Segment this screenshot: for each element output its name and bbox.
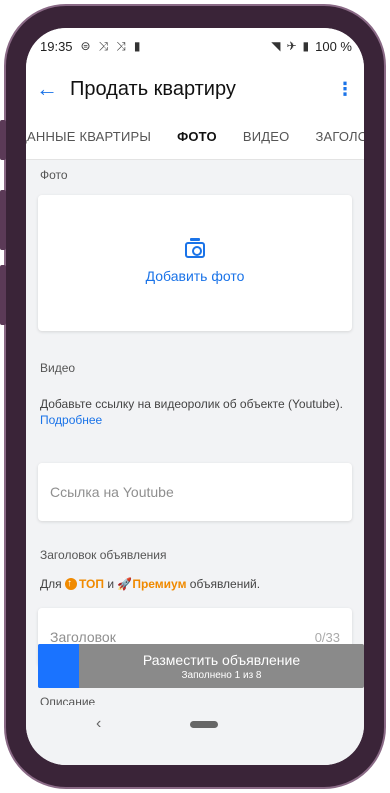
hint-and: и: [107, 577, 115, 591]
missed-call-icon: ⤨: [98, 38, 109, 53]
form-content: Фото Добавить фото Видео Добавьте ссылку…: [26, 160, 364, 705]
tab-headline[interactable]: ЗАГОЛОВОК: [315, 129, 364, 144]
publish-label: Разместить объявление: [142, 651, 301, 668]
hint-prefix: Для: [40, 577, 62, 591]
headline-counter: 0/33: [314, 629, 340, 645]
side-button: [0, 190, 6, 250]
rocket-icon: 🚀: [117, 577, 133, 591]
progress-text: Заполнено 1 из 8: [181, 669, 262, 681]
headline-hint: Для ТОП и 🚀Премиум объявлений.: [40, 576, 344, 592]
tab-photo[interactable]: ФОТО: [177, 129, 217, 144]
side-button: [0, 265, 6, 325]
add-photo-card[interactable]: Добавить фото: [38, 195, 352, 331]
premium-label: Премиум: [132, 577, 187, 591]
top-badge-icon: [64, 576, 77, 592]
page-title: Продать квартиру: [70, 77, 236, 100]
headline-section-label: Заголовок объявления: [40, 548, 167, 562]
airplane-icon: ✈: [286, 39, 297, 53]
hint-suffix: объявлений.: [189, 577, 261, 591]
youtube-link-field[interactable]: Ссылка на Youtube: [38, 463, 352, 521]
more-info-link[interactable]: Подробнее: [40, 413, 102, 427]
photo-section-label: Фото: [40, 168, 68, 182]
publish-button[interactable]: Разместить объявление Заполнено 1 из 8: [38, 644, 364, 688]
camera-icon: [185, 238, 205, 258]
nav-back-icon[interactable]: ‹: [96, 715, 101, 733]
tab-apartment-data[interactable]: ДАННЫЕ КВАРТИРЫ: [26, 129, 151, 144]
description-section-label: Описание: [40, 695, 96, 705]
battery-level: 100 %: [315, 38, 352, 54]
more-vert-icon[interactable]: ⋮: [336, 79, 354, 100]
nav-home-pill[interactable]: [190, 721, 218, 728]
notification-icon: ⊜: [80, 39, 91, 53]
add-photo-button[interactable]: Добавить фото: [146, 268, 245, 284]
app-bar: ← Продать квартиру ⋮: [26, 64, 364, 114]
back-arrow-icon[interactable]: ←: [36, 76, 62, 102]
system-nav-bar: ‹: [26, 705, 364, 765]
missed-call-icon: ⤨: [116, 38, 126, 53]
tab-video[interactable]: ВИДЕО: [243, 129, 290, 144]
section-tabs: ДАННЫЕ КВАРТИРЫ ФОТО ВИДЕО ЗАГОЛОВОК: [26, 114, 364, 160]
status-time: 19:35: [40, 38, 73, 54]
headline-placeholder: Заголовок: [50, 629, 116, 645]
screen: 19:35 ⊜ ⤨ ⤨ ▮ ◥ ✈ ▮ 100 % ← Продать квар…: [26, 28, 364, 765]
status-bar: 19:35 ⊜ ⤨ ⤨ ▮ ◥ ✈ ▮ 100 %: [26, 28, 364, 64]
wifi-icon: ◥: [271, 39, 281, 53]
person-icon: ▮: [133, 39, 141, 53]
video-hint-text: Добавьте ссылку на видеоролик об объекте…: [40, 397, 343, 411]
progress-fill: [38, 644, 79, 688]
top-label: ТОП: [78, 577, 104, 591]
video-hint: Добавьте ссылку на видеоролик об объекте…: [40, 396, 344, 428]
side-button: [0, 120, 6, 160]
video-section-label: Видео: [40, 361, 76, 375]
youtube-link-placeholder: Ссылка на Youtube: [50, 484, 174, 500]
battery-icon: ▮: [302, 39, 310, 53]
